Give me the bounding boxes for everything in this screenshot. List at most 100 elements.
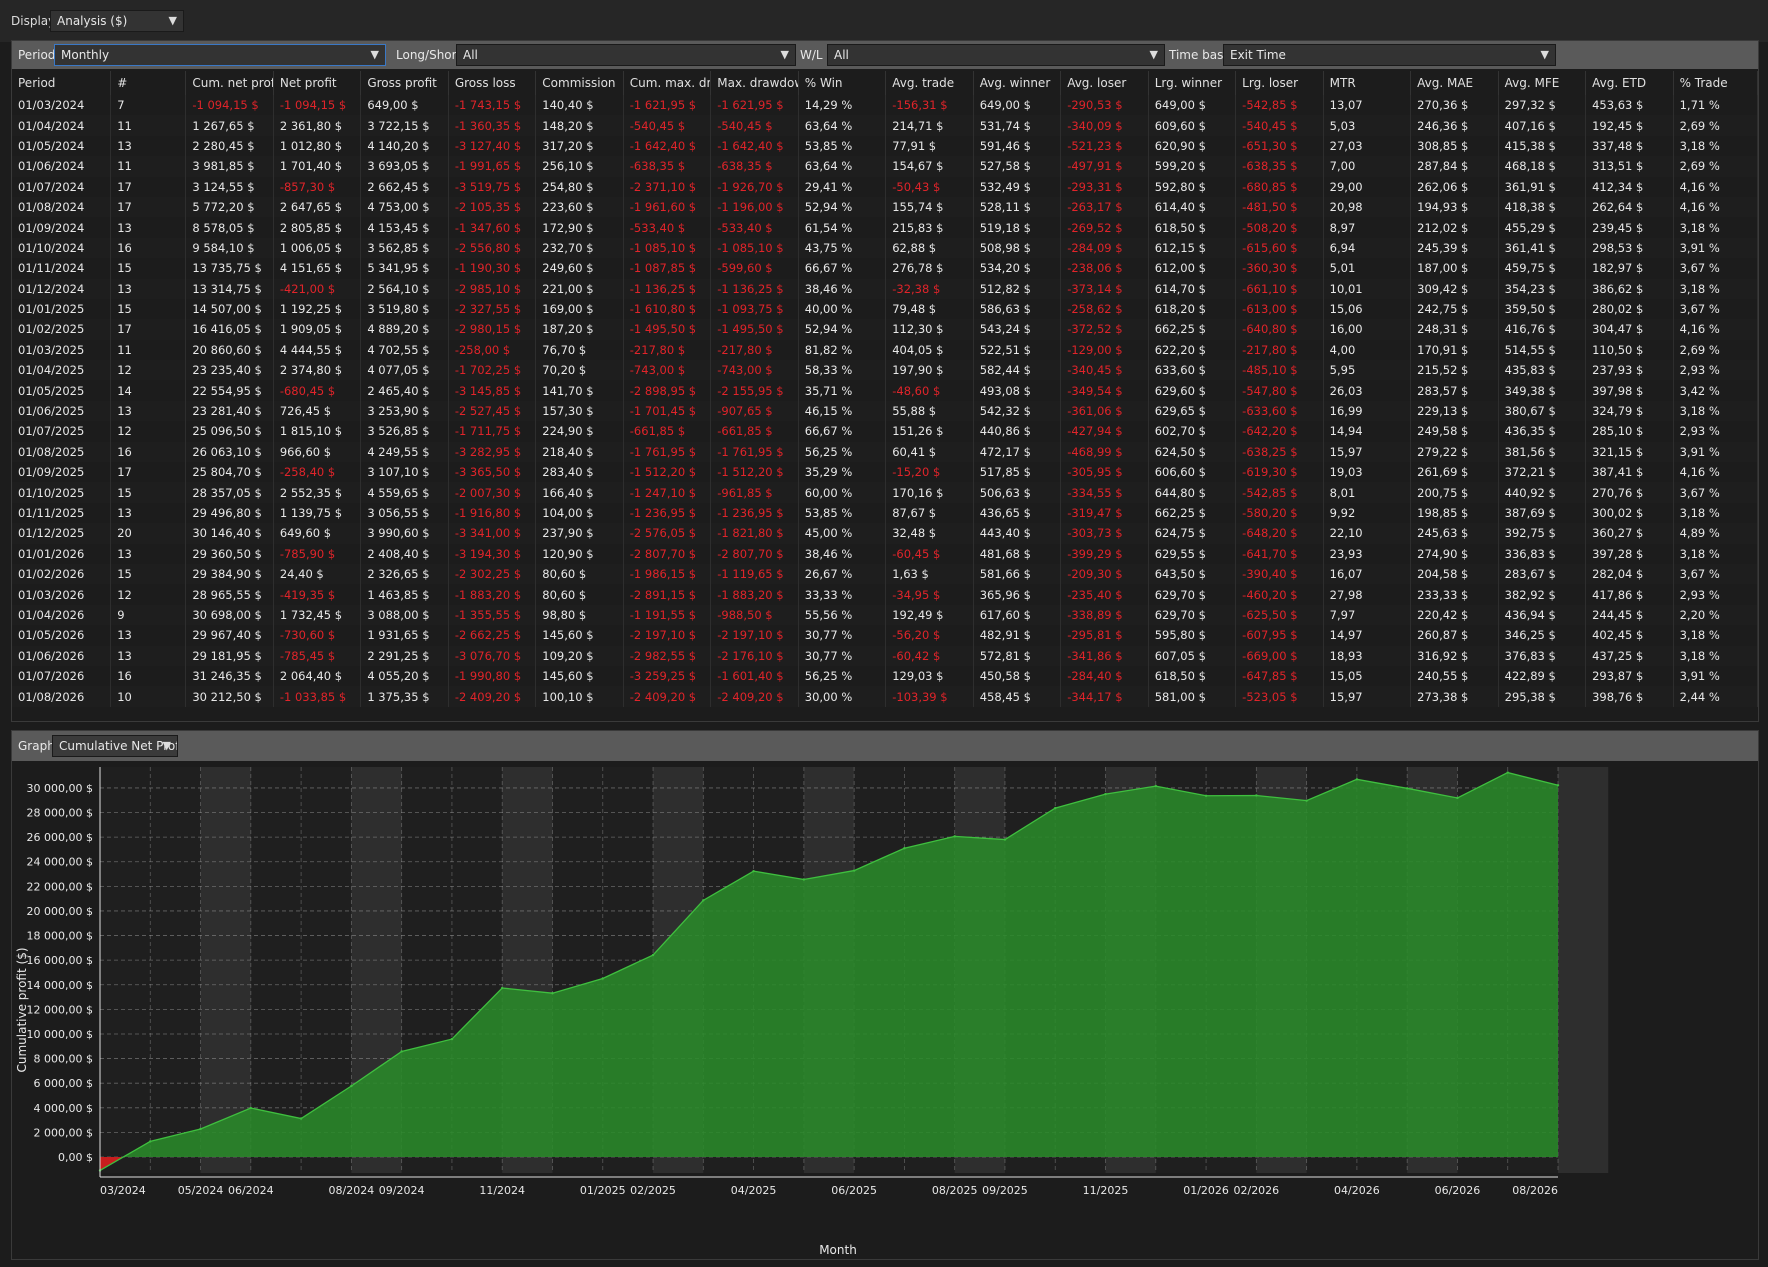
table-row[interactable]: 01/04/2026 9 30 698,00 $1 732,45 $3 088,00…: [12, 604, 1759, 626]
data-point[interactable]: [551, 991, 554, 995]
data-point[interactable]: [1355, 778, 1359, 781]
data-point[interactable]: [1456, 796, 1459, 800]
data-point[interactable]: [752, 869, 755, 873]
table-row[interactable]: 01/06/2026 13 29 181,95 $ -785,45 $2 291,25…: [12, 645, 1759, 666]
table-cell: 01/07/2025: [12, 421, 112, 442]
column-header[interactable]: Cum. net profi: [185, 71, 274, 95]
column-header[interactable]: Max. drawdow: [710, 71, 799, 95]
table-cell: 417,86 $: [1585, 584, 1674, 605]
table-cell: -540,45 $: [1235, 115, 1324, 136]
data-point[interactable]: [852, 869, 856, 872]
data-point[interactable]: [953, 835, 956, 838]
win-loss-select[interactable]: All ▼: [827, 44, 1165, 66]
table-row[interactable]: 01/08/2025 16 26 063,10 $966,60 $4 249,55 …: [12, 441, 1759, 463]
data-point[interactable]: [299, 1117, 303, 1120]
table-row[interactable]: 01/12/2025 20 30 146,40 $649,60 $3 990,60 …: [12, 523, 1759, 544]
column-header[interactable]: Cum. max. dra: [623, 71, 712, 95]
table-row[interactable]: 01/12/2024 13 13 314,75 $ -421,00 $2 564,10…: [12, 278, 1759, 299]
data-point[interactable]: [1405, 787, 1409, 790]
table-row[interactable]: 01/02/2025 17 16 416,05 $1 909,05 $4 889,2…: [12, 319, 1759, 340]
column-header[interactable]: Gross loss: [448, 71, 537, 95]
data-point[interactable]: [1154, 784, 1157, 788]
table-cell: 14 507,00 $: [185, 298, 274, 320]
column-header[interactable]: Lrg. winner: [1148, 71, 1237, 95]
graph-type-select[interactable]: Cumulative Net Profit ▼: [52, 735, 178, 757]
data-point[interactable]: [501, 986, 504, 990]
column-header[interactable]: Avg. MFE: [1498, 71, 1587, 95]
table-row[interactable]: 01/05/2024 13 2 280,45 $1 012,80 $4 140,20…: [12, 135, 1759, 157]
data-point[interactable]: [350, 1084, 353, 1088]
cumulative-profit-chart[interactable]: 0,00 $ 2 000,00 $ 4 000,00 $ 6 000,00 $ 8 00…: [12, 761, 1758, 1259]
column-header[interactable]: Avg. trade: [885, 71, 974, 95]
data-point[interactable]: [1255, 794, 1258, 797]
table-cell: -60,42 $: [885, 645, 974, 666]
table-cell: 270,36 $: [1410, 95, 1499, 116]
data-point[interactable]: [199, 1127, 202, 1131]
table-row[interactable]: 01/07/2025 12 25 096,50 $1 815,10 $3 526,8…: [12, 421, 1759, 442]
column-header[interactable]: Avg. winner: [973, 71, 1062, 95]
data-point[interactable]: [651, 953, 655, 957]
table-row[interactable]: 01/02/2026 15 29 384,90 $24,40 $2 326,65 $…: [12, 563, 1759, 585]
column-header[interactable]: Lrg. loser: [1235, 71, 1324, 95]
data-point[interactable]: [1305, 799, 1308, 802]
table-row[interactable]: 01/09/2024 13 8 578,05 $2 805,85 $4 153,45…: [12, 217, 1759, 238]
table-row[interactable]: 01/06/2024 11 3 981,85 $1 701,40 $3 693,05…: [12, 156, 1759, 177]
data-point[interactable]: [1506, 771, 1509, 774]
table-cell: 435,83 $: [1498, 360, 1587, 381]
column-header[interactable]: MTR: [1323, 71, 1412, 95]
table-row[interactable]: 01/07/2024 17 3 124,55 $ -857,30 $2 662,45 …: [12, 176, 1759, 197]
table-cell: -60,45 $: [885, 543, 974, 564]
table-cell: 25 096,50 $: [185, 421, 274, 442]
top-toolbar: Display Analysis ($) ▼: [0, 0, 1768, 42]
column-header[interactable]: Commission: [535, 71, 624, 95]
column-header[interactable]: Period: [12, 71, 112, 95]
table-row[interactable]: 01/01/2026 13 29 360,50 $ -785,90 $2 408,40…: [12, 543, 1759, 564]
column-header[interactable]: Net profit: [273, 71, 362, 95]
table-row[interactable]: 01/03/2024 7 -1 094,15 $ -1 094,15 $649,00 …: [12, 95, 1759, 116]
column-header[interactable]: #: [110, 71, 187, 95]
table-row[interactable]: 01/06/2025 13 23 281,40 $726,45 $3 253,90 …: [12, 400, 1759, 422]
column-header[interactable]: % Trade: [1673, 71, 1759, 95]
column-header[interactable]: Avg. ETD: [1585, 71, 1674, 95]
long-short-select[interactable]: All ▼: [456, 44, 796, 66]
table-row[interactable]: 01/03/2026 12 28 965,55 $ -419,35 $1 463,85…: [12, 584, 1759, 605]
table-row[interactable]: 01/04/2025 12 23 235,40 $2 374,80 $4 077,0…: [12, 360, 1759, 381]
data-point[interactable]: [1556, 784, 1560, 787]
data-point[interactable]: [1204, 794, 1208, 797]
data-point[interactable]: [249, 1106, 253, 1110]
table-row[interactable]: 01/10/2025 15 28 357,05 $2 552,35 $4 559,6…: [12, 482, 1759, 503]
table-row[interactable]: 01/08/2026 10 30 212,50 $ -1 033,85 $1 375,…: [12, 686, 1759, 707]
data-point[interactable]: [1054, 806, 1057, 810]
data-point[interactable]: [149, 1140, 152, 1143]
table-cell: -3 076,70 $: [448, 645, 537, 666]
table-row[interactable]: 01/05/2025 14 22 554,95 $ -680,45 $2 465,40…: [12, 380, 1759, 401]
data-point[interactable]: [1003, 838, 1007, 841]
table-row[interactable]: 01/03/2025 11 20 860,60 $4 444,55 $4 702,5…: [12, 339, 1759, 361]
data-point[interactable]: [601, 977, 604, 980]
analysis-grid[interactable]: Period # Cum. net profi Net profit Gross pro…: [12, 71, 1759, 707]
table-row[interactable]: 01/10/2024 16 9 584,10 $1 006,05 $3 562,85…: [12, 237, 1759, 259]
data-point[interactable]: [1104, 792, 1107, 796]
data-point[interactable]: [450, 1037, 454, 1041]
table-row[interactable]: 01/11/2025 13 29 496,80 $1 139,75 $3 056,5…: [12, 502, 1759, 524]
table-cell: 7,97: [1323, 604, 1412, 626]
table-cell: 223,60 $: [535, 196, 624, 218]
period-select[interactable]: Monthly ▼: [54, 44, 386, 66]
table-row[interactable]: 01/11/2024 15 13 735,75 $4 151,65 $5 341,9…: [12, 258, 1759, 279]
display-select[interactable]: Analysis ($) ▼: [50, 10, 184, 32]
column-header[interactable]: % Win: [798, 71, 887, 95]
data-point[interactable]: [702, 899, 705, 902]
data-point[interactable]: [400, 1050, 403, 1053]
table-row[interactable]: 01/09/2025 17 25 804,70 $ -258,40 $3 107,10…: [12, 462, 1759, 483]
table-row[interactable]: 01/07/2026 16 31 246,35 $2 064,40 $4 055,2…: [12, 665, 1759, 687]
table-row[interactable]: 01/05/2026 13 29 967,40 $ -730,60 $1 931,65…: [12, 625, 1759, 646]
column-header[interactable]: Avg. MAE: [1410, 71, 1499, 95]
time-base-select[interactable]: Exit Time ▼: [1223, 44, 1556, 66]
data-point[interactable]: [903, 847, 906, 850]
column-header[interactable]: Gross profit: [360, 71, 449, 95]
column-header[interactable]: Avg. loser: [1060, 71, 1149, 95]
table-row[interactable]: 01/08/2024 17 5 772,20 $2 647,65 $4 753,00…: [12, 196, 1759, 218]
table-row[interactable]: 01/01/2025 15 14 507,00 $1 192,25 $3 519,8…: [12, 298, 1759, 320]
data-point[interactable]: [802, 878, 806, 881]
table-row[interactable]: 01/04/2024 11 1 267,65 $2 361,80 $3 722,15…: [12, 115, 1759, 136]
